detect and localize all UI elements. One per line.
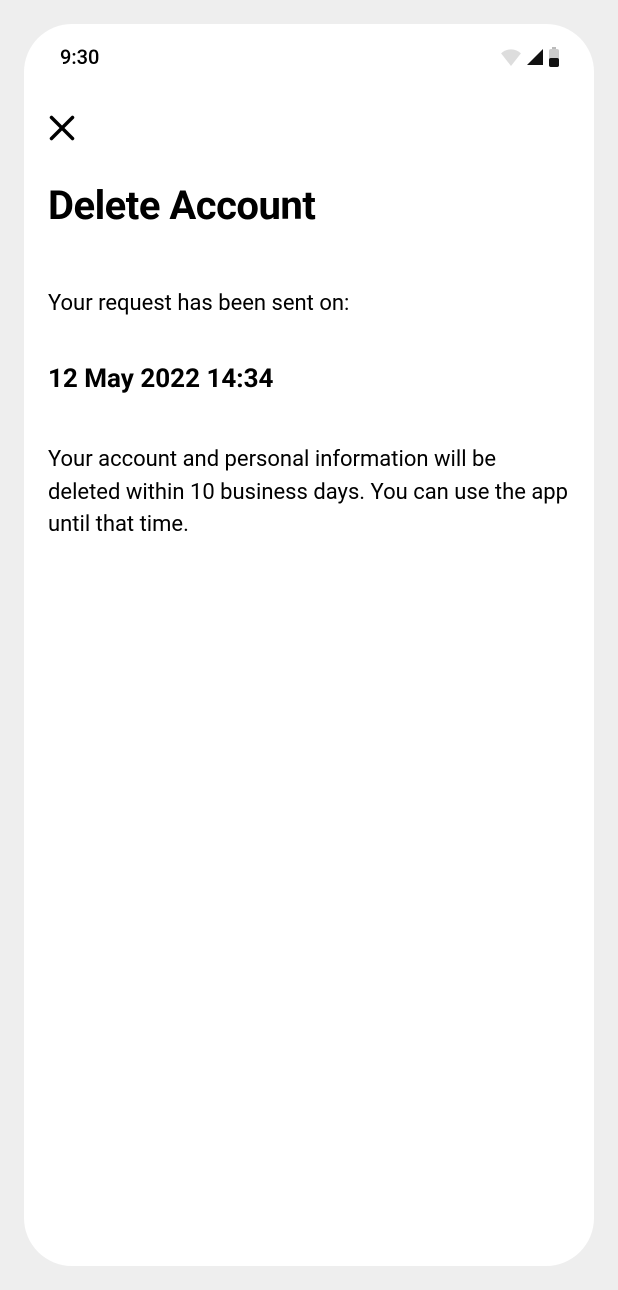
close-button[interactable] (48, 114, 76, 142)
intro-text: Your request has been sent on: (48, 291, 570, 316)
body-text: Your account and personal information wi… (48, 444, 570, 542)
header (24, 72, 594, 142)
battery-icon (548, 47, 560, 67)
status-time: 9:30 (60, 45, 99, 69)
request-date: 12 May 2022 14:34 (48, 364, 570, 394)
cellular-signal-icon (526, 48, 544, 66)
status-icons (500, 47, 560, 67)
device-frame: 9:30 (24, 24, 594, 1266)
page-title: Delete Account (48, 182, 570, 229)
close-icon (48, 114, 76, 142)
content: Delete Account Your request has been sen… (24, 142, 594, 542)
wifi-icon (500, 48, 522, 66)
status-bar: 9:30 (24, 24, 594, 72)
